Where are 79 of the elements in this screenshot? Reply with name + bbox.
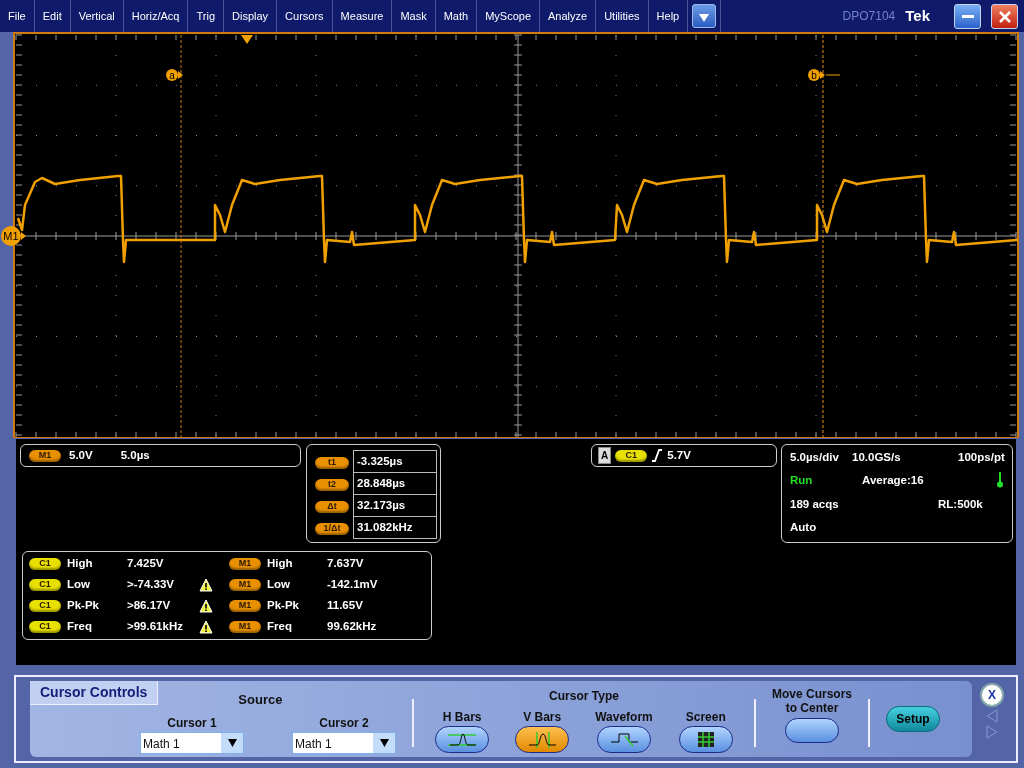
source-badge: C1 — [29, 558, 61, 570]
measurement-value: -142.1mV — [327, 577, 379, 593]
cursor-value: -3.325µs — [353, 450, 437, 473]
field-label: V Bars — [523, 709, 562, 726]
source-badge: M1 — [229, 579, 261, 591]
source-badge: M1 — [229, 600, 261, 612]
cursor-value: 32.173µs — [353, 494, 437, 517]
measurement-name: Low — [267, 577, 291, 593]
brand-logo: Tek — [905, 5, 930, 26]
measurement-value: 11.65V — [327, 598, 364, 614]
field-label: Cursor 2 — [319, 714, 369, 732]
source-badge: C1 — [29, 621, 61, 633]
measurement-name: Freq — [67, 619, 93, 635]
minimize-icon[interactable] — [961, 15, 974, 20]
close-button[interactable] — [991, 3, 1018, 29]
measurement-name: Pk-Pk — [267, 598, 300, 614]
dropdown-button[interactable] — [692, 4, 717, 28]
cursor-badge: t2 — [315, 478, 349, 491]
cursor-type-button[interactable] — [435, 726, 490, 753]
acquisition-state: Run — [790, 473, 814, 489]
timebase-value: 5.0µs — [120, 447, 150, 463]
trigger-mode: A — [598, 447, 612, 464]
section-title: Cursor Type — [549, 688, 619, 705]
cursor-badge: Δt — [315, 500, 349, 513]
measurement-name: High — [67, 556, 94, 572]
measurement-name: Freq — [267, 619, 293, 635]
trigger-level: 5.7V — [667, 447, 691, 463]
acquisition-count: 189 acqs — [790, 496, 840, 512]
dropdown-icon[interactable] — [221, 732, 243, 753]
resolution: 100ps/pt — [957, 450, 1005, 465]
minimize-button[interactable] — [954, 3, 981, 29]
field-label: Screen — [685, 709, 726, 726]
dropdown-icon[interactable] — [373, 732, 395, 753]
measurement-value: 7.425V — [127, 556, 165, 572]
sample-rate: 10.0GS/s — [852, 450, 902, 465]
trigger-position-icon — [241, 35, 253, 44]
cursor-type-button[interactable] — [597, 726, 651, 753]
cursor-type-button[interactable] — [678, 726, 733, 753]
measurement-name: High — [267, 556, 294, 572]
cursor-line[interactable] — [822, 34, 824, 438]
trigger-mode-label: Auto — [790, 519, 818, 535]
panel-tab[interactable]: Cursor Controls — [30, 681, 159, 705]
cursor-badge: 1/Δt — [315, 522, 349, 535]
source-badge: C1 — [29, 600, 61, 612]
measurement-value: >99.61kHz — [127, 619, 184, 635]
trigger-source-badge: C1 — [615, 449, 648, 462]
rising-edge-icon — [651, 449, 664, 462]
field-label: Waveform — [595, 709, 653, 726]
model-label: DPO7104 — [842, 8, 896, 25]
source-badge: C1 — [29, 579, 61, 591]
measurement-value: >86.17V — [127, 598, 172, 614]
measurement-value: >-74.33V — [127, 577, 175, 593]
cursor-badge: t1 — [315, 456, 349, 469]
time-per-div: 5.0µs/div — [790, 450, 840, 465]
field-label: Cursor 1 — [167, 714, 217, 732]
measurement-value: 99.62kHz — [327, 619, 378, 635]
close-button[interactable]: X — [980, 683, 1004, 707]
source-select[interactable]: Math 1 — [140, 731, 244, 754]
source-badge: M1 — [229, 621, 261, 633]
field-label: Move Cursors to Center — [771, 687, 853, 715]
setup-button[interactable]: Setup — [886, 706, 940, 732]
cursor-value: 28.848µs — [353, 472, 437, 495]
thermometer-icon — [996, 472, 1003, 490]
field-label: H Bars — [442, 709, 482, 726]
cursor-value: 31.082kHz — [353, 516, 437, 539]
average-count: Average:16 — [861, 473, 925, 489]
section-title: Source — [238, 691, 283, 709]
close-icon[interactable] — [998, 11, 1011, 24]
record-length: RL:500k — [938, 496, 983, 512]
source-select[interactable]: Math 1 — [292, 731, 396, 754]
source-badge: M1 — [229, 558, 261, 570]
measurement-name: Low — [67, 577, 91, 593]
channel-badge: M1 — [29, 449, 61, 462]
caret-icon[interactable] — [699, 13, 710, 22]
cursor-type-button[interactable] — [515, 726, 570, 753]
scale-value: 5.0V — [69, 447, 93, 463]
center-button[interactable] — [785, 718, 839, 743]
measurement-name: Pk-Pk — [67, 598, 100, 614]
measurement-value: 7.637V — [327, 556, 365, 572]
